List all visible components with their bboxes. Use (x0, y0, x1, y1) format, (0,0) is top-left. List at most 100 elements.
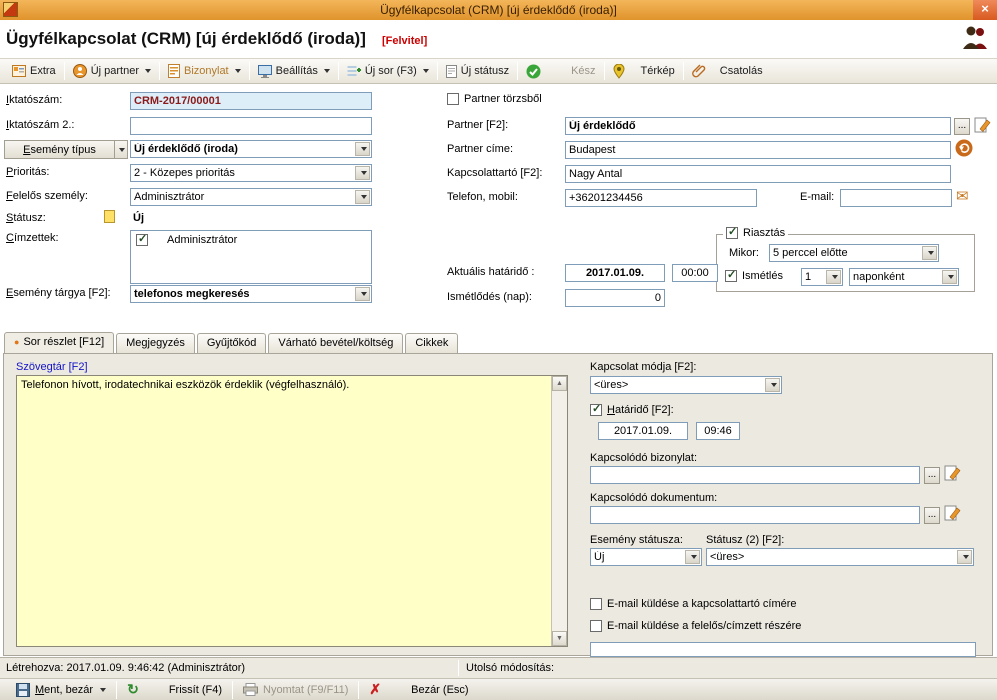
current-deadline-date-field[interactable]: 2017.01.09. (565, 264, 665, 282)
contact-mode-select[interactable]: <üres> (590, 376, 782, 394)
send-mail-icon[interactable]: ✉ (956, 187, 969, 205)
email-contact-checkbox[interactable] (590, 598, 602, 610)
registry-number-field[interactable]: CRM-2017/00001 (130, 92, 372, 110)
chevron-down-icon (771, 383, 777, 387)
registry-number2-label: Iktatószám 2.: (6, 119, 74, 131)
recipient-name: Adminisztrátor (167, 234, 237, 246)
tab-items[interactable]: Cikkek (405, 333, 458, 353)
combo-arrow-button[interactable] (685, 550, 700, 564)
current-deadline-time-field[interactable]: 00:00 (672, 264, 718, 282)
recipients-listbox[interactable]: ✓ Adminisztrátor (130, 230, 372, 284)
partner-address-field[interactable]: Budapest (565, 141, 951, 159)
repetition-days-field[interactable]: 0 (565, 289, 665, 307)
map-button[interactable]: Térkép (607, 62, 681, 81)
priority-select[interactable]: 2 - Közepes prioritás (130, 164, 372, 182)
chevron-down-icon (928, 251, 934, 255)
contact-person-field[interactable]: Nagy Antal (565, 165, 951, 183)
chevron-down-icon (948, 275, 954, 279)
status2-select[interactable]: <üres> (706, 548, 974, 566)
alert-checkbox-row[interactable]: ✓ Riasztás (723, 227, 788, 239)
save-close-button[interactable]: Ment, bezár (8, 681, 114, 699)
partner-master-checkbox[interactable] (447, 93, 459, 105)
chevron-down-icon (361, 292, 367, 296)
deadline-date-field[interactable]: 2017.01.09. (598, 422, 688, 440)
related-document-edit-icon[interactable] (944, 504, 962, 525)
related-document-field[interactable] (590, 506, 920, 524)
combo-arrow-button[interactable] (826, 270, 841, 284)
email-responsible-checkbox-row[interactable]: E-mail küldése a felelős/címzett részére (590, 620, 801, 632)
text-library-link[interactable]: Szövegtár [F2] (16, 361, 88, 373)
event-type-dropdown-segment[interactable] (114, 141, 127, 158)
recipient-checkbox[interactable]: ✓ (136, 234, 148, 246)
tab-comment[interactable]: Megjegyzés (116, 333, 195, 353)
deadline-checkbox[interactable]: ✓ (590, 404, 602, 416)
phone-field[interactable]: +36201234456 (565, 189, 757, 207)
event-subject-select[interactable]: telefonos megkeresés (130, 285, 372, 303)
close-window-button[interactable]: × (973, 0, 997, 20)
close-button[interactable]: ✗ Bezár (Esc) (361, 679, 476, 700)
toolbar-separator (604, 62, 605, 80)
email-responsible-checkbox[interactable] (590, 620, 602, 632)
scroll-down-button[interactable]: ▼ (552, 631, 567, 646)
email-field[interactable] (840, 189, 952, 207)
related-voucher-field[interactable] (590, 466, 920, 484)
combo-arrow-button[interactable] (355, 166, 370, 180)
alert-repeat-checkbox[interactable]: ✓ (725, 270, 737, 282)
tab-expected-revenue[interactable]: Várható bevétel/költség (268, 333, 403, 353)
settings-button[interactable]: Beállítás (252, 63, 336, 80)
new-row-button[interactable]: Új sor (F3) (341, 63, 435, 80)
partner-master-checkbox-row[interactable]: Partner törzsből (447, 93, 542, 105)
event-type-button[interactable]: Esemény típus (4, 140, 128, 159)
voucher-button[interactable]: Bizonylat (162, 62, 247, 80)
extra-button[interactable]: Extra (6, 63, 62, 79)
extra-bottom-field[interactable] (590, 642, 976, 657)
responsible-select[interactable]: Adminisztrátor (130, 188, 372, 206)
combo-arrow-button[interactable] (355, 287, 370, 301)
deadline-checkbox-row[interactable]: ✓ Határidő [F2]: (590, 404, 674, 416)
page-title: Ügyfélkapcsolat (CRM) [új érdeklődő (iro… (6, 29, 366, 49)
alert-repeat-count-select[interactable]: 1 (801, 268, 843, 286)
tab-collector-code[interactable]: Gyűjtőkód (197, 333, 267, 353)
combo-arrow-button[interactable] (922, 246, 937, 260)
related-document-browse-button[interactable]: ... (924, 507, 940, 524)
new-status-button[interactable]: Új státusz (440, 63, 515, 80)
save-close-label: Ment, bezár (35, 684, 93, 696)
deadline-time-field[interactable]: 09:46 (696, 422, 740, 440)
email-contact-checkbox-row[interactable]: E-mail küldése a kapcsolattartó címére (590, 598, 797, 610)
toolbar-separator (683, 62, 684, 80)
combo-arrow-button[interactable] (957, 550, 972, 564)
related-voucher-edit-icon[interactable] (944, 464, 962, 485)
partner-browse-button[interactable]: ... (954, 118, 970, 135)
partner-edit-icon[interactable] (974, 116, 992, 137)
registry-number2-field[interactable] (130, 117, 372, 135)
refresh-button[interactable]: ↻ Frissít (F4) (119, 679, 230, 700)
alert-repeat-unit-select[interactable]: naponként (849, 268, 959, 286)
event-type-button-label: Esemény típus (5, 144, 114, 156)
status-note-icon[interactable] (104, 210, 115, 223)
done-button[interactable]: Kész (520, 62, 601, 81)
alert-checkbox[interactable]: ✓ (726, 227, 738, 239)
tab-row-detail[interactable]: ●Sor részlet [F12] (4, 332, 114, 353)
address-locate-icon[interactable] (955, 139, 973, 160)
combo-arrow-button[interactable] (355, 142, 370, 156)
note-textarea[interactable]: Telefonon hívott, irodatechnikai eszközö… (16, 375, 568, 647)
title-bar: Ügyfélkapcsolat (CRM) [új érdeklődő (iro… (0, 0, 997, 20)
combo-arrow-button[interactable] (942, 270, 957, 284)
alert-repeat-checkbox-row[interactable]: ✓ Ismétlés (725, 270, 783, 282)
event-type-select[interactable]: Új érdeklődő (iroda) (130, 140, 372, 158)
attach-button[interactable]: Csatolás (686, 62, 769, 80)
new-partner-button[interactable]: Új partner (67, 62, 157, 80)
event-status-select[interactable]: Új (590, 548, 702, 566)
alert-when-select[interactable]: 5 perccel előtte (769, 244, 939, 262)
combo-arrow-button[interactable] (355, 190, 370, 204)
status2-label: Státusz (2) [F2]: (706, 534, 784, 546)
recipient-list-item[interactable]: ✓ Adminisztrátor (136, 234, 237, 246)
partner-field[interactable]: Új érdeklődő (565, 117, 951, 135)
print-button[interactable]: Nyomtat (F9/F11) (235, 681, 356, 698)
event-subject-label: Esemény tárgya [F2]: (6, 287, 111, 299)
new-row-label: Új sor (F3) (365, 65, 417, 77)
note-scrollbar[interactable]: ▲ ▼ (551, 376, 567, 646)
related-voucher-browse-button[interactable]: ... (924, 467, 940, 484)
scroll-up-button[interactable]: ▲ (552, 376, 567, 391)
combo-arrow-button[interactable] (765, 378, 780, 392)
